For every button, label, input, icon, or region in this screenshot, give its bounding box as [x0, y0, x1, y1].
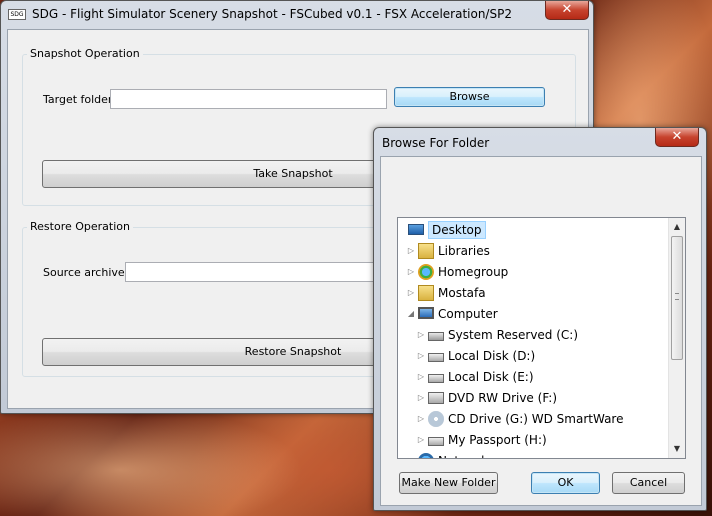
tree-item-label: Desktop	[428, 221, 486, 239]
tree-item-label: Network	[438, 454, 488, 458]
tree-item-mostafa[interactable]: ▷ Mostafa	[398, 283, 668, 303]
folder-tree[interactable]: Desktop ▷ Libraries ▷ Homegroup ▷ Mostafa ◢ Comp…	[397, 217, 686, 459]
cd-drive-icon	[428, 411, 444, 427]
tree-item-system-reserved-c[interactable]: ▷ System Reserved (C:)	[398, 325, 668, 345]
tree-item-label: Computer	[438, 307, 498, 321]
collapsed-arrow-icon[interactable]: ▷	[406, 451, 416, 458]
app-icon: SDG	[8, 9, 26, 20]
hard-drive-icon	[428, 437, 444, 446]
collapsed-arrow-icon[interactable]: ▷	[416, 409, 426, 429]
scroll-grip-icon	[675, 293, 679, 300]
main-close-button[interactable]: ✕	[545, 1, 589, 20]
collapsed-arrow-icon[interactable]: ▷	[416, 346, 426, 366]
target-folder-label: Target folder	[43, 93, 113, 106]
tree-item-libraries[interactable]: ▷ Libraries	[398, 241, 668, 261]
desktop-icon	[408, 224, 424, 235]
collapsed-arrow-icon[interactable]: ▷	[416, 367, 426, 387]
hard-drive-icon	[428, 374, 444, 383]
main-window-title: SDG - Flight Simulator Scenery Snapshot …	[32, 7, 512, 21]
libraries-icon	[418, 243, 434, 259]
cancel-button[interactable]: Cancel	[612, 472, 685, 494]
dialog-title: Browse For Folder	[382, 136, 490, 150]
dialog-client-area: Desktop ▷ Libraries ▷ Homegroup ▷ Mostafa ◢ Comp…	[380, 156, 702, 506]
tree-item-desktop[interactable]: Desktop	[398, 220, 668, 240]
scroll-down-arrow-icon[interactable]: ▼	[669, 442, 685, 456]
source-archive-input[interactable]	[125, 262, 387, 282]
tree-item-network[interactable]: ▷ Network	[398, 451, 668, 458]
collapsed-arrow-icon[interactable]: ▷	[406, 283, 416, 303]
browse-button[interactable]: Browse	[394, 87, 545, 107]
dialog-close-button[interactable]: ✕	[655, 128, 699, 147]
tree-item-label: CD Drive (G:) WD SmartWare	[448, 412, 624, 426]
dialog-titlebar[interactable]: Browse For Folder ✕	[374, 128, 706, 154]
tree-item-label: Libraries	[438, 244, 490, 258]
make-new-folder-button[interactable]: Make New Folder	[399, 472, 498, 494]
tree-item-local-disk-d[interactable]: ▷ Local Disk (D:)	[398, 346, 668, 366]
scroll-thumb[interactable]	[671, 236, 683, 360]
homegroup-icon	[418, 264, 434, 280]
tree-item-label: My Passport (H:)	[448, 433, 547, 447]
collapsed-arrow-icon[interactable]: ▷	[416, 430, 426, 450]
tree-item-cd-drive-g-wd-smartware[interactable]: ▷ CD Drive (G:) WD SmartWare	[398, 409, 668, 429]
tree-scrollbar[interactable]: ▲ ▼	[668, 218, 685, 458]
target-folder-input[interactable]	[110, 89, 387, 109]
tree-item-computer[interactable]: ◢ Computer	[398, 304, 668, 324]
tree-item-homegroup[interactable]: ▷ Homegroup	[398, 262, 668, 282]
ok-button[interactable]: OK	[531, 472, 600, 494]
expanded-arrow-icon[interactable]: ◢	[406, 304, 416, 324]
tree-item-label: Local Disk (E:)	[448, 370, 534, 384]
scroll-up-arrow-icon[interactable]: ▲	[669, 220, 685, 234]
tree-item-label: DVD RW Drive (F:)	[448, 391, 558, 405]
tree-item-label: System Reserved (C:)	[448, 328, 579, 342]
tree-item-local-disk-e[interactable]: ▷ Local Disk (E:)	[398, 367, 668, 387]
tree-item-label: Mostafa	[438, 286, 486, 300]
tree-item-my-passport-h[interactable]: ▷ My Passport (H:)	[398, 430, 668, 450]
browse-for-folder-dialog: Browse For Folder ✕ Desktop ▷ Libraries ▷ Ho…	[373, 127, 707, 511]
collapsed-arrow-icon[interactable]: ▷	[406, 262, 416, 282]
collapsed-arrow-icon[interactable]: ▷	[416, 325, 426, 345]
hard-drive-icon	[428, 353, 444, 362]
computer-icon	[418, 307, 434, 319]
collapsed-arrow-icon[interactable]: ▷	[416, 388, 426, 408]
network-icon	[418, 453, 434, 458]
source-archive-label: Source archive	[43, 266, 125, 279]
dvd-drive-icon	[428, 392, 444, 404]
tree-item-dvd-rw-drive-f[interactable]: ▷ DVD RW Drive (F:)	[398, 388, 668, 408]
windows-drive-icon	[428, 332, 444, 341]
snapshot-group-label: Snapshot Operation	[27, 47, 143, 60]
tree-item-label: Homegroup	[438, 265, 509, 279]
collapsed-arrow-icon[interactable]: ▷	[406, 241, 416, 261]
restore-group-label: Restore Operation	[27, 220, 133, 233]
tree-item-label: Local Disk (D:)	[448, 349, 536, 363]
user-folder-icon	[418, 285, 434, 301]
main-titlebar[interactable]: SDG SDG - Flight Simulator Scenery Snaps…	[1, 1, 593, 27]
